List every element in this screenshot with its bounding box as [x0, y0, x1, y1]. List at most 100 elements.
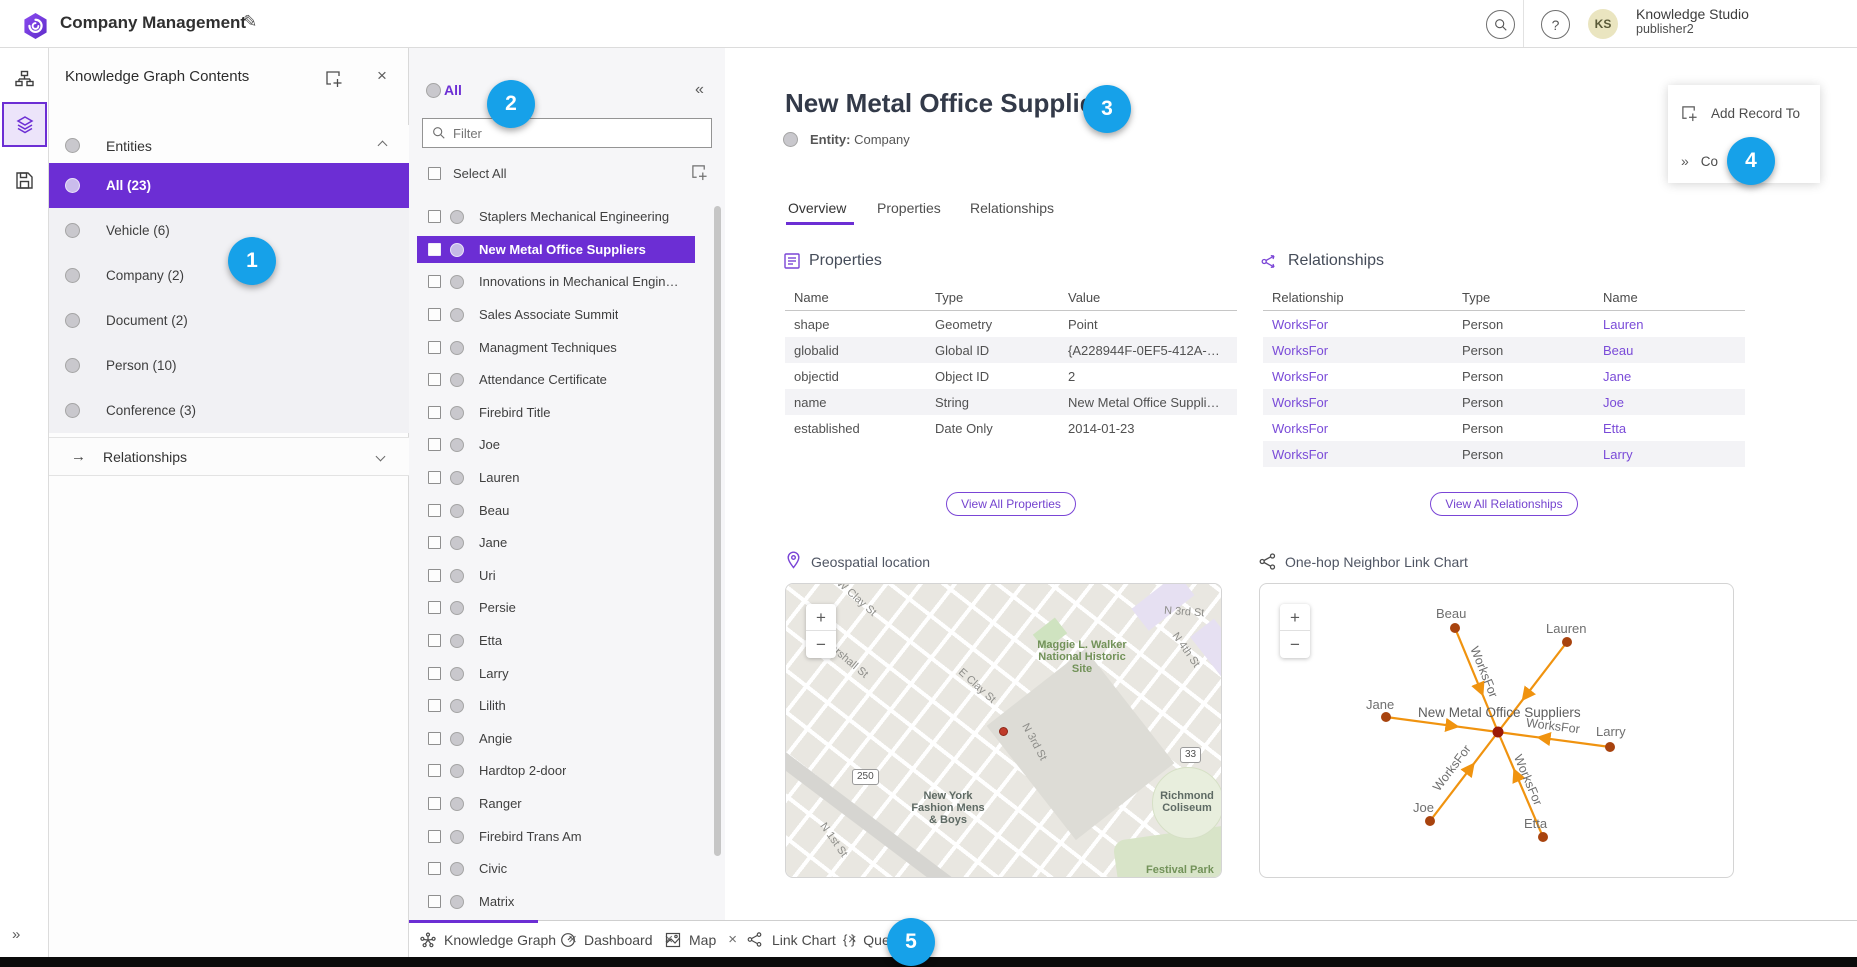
relationship-link[interactable]: WorksFor [1263, 369, 1453, 384]
contents-layers-icon[interactable] [2, 102, 47, 147]
list-item[interactable]: Lauren [417, 464, 695, 491]
add-record-icon[interactable] [691, 164, 708, 181]
tab-properties[interactable]: Properties [877, 200, 941, 216]
data-model-icon[interactable] [11, 66, 38, 93]
item-checkbox[interactable] [428, 764, 441, 777]
list-item[interactable]: Civic [417, 855, 695, 882]
zoom-out-button[interactable]: − [806, 631, 836, 658]
item-checkbox[interactable] [428, 732, 441, 745]
close-tab-icon[interactable]: × [728, 931, 737, 948]
help-button[interactable]: ? [1541, 10, 1570, 39]
node-label[interactable]: Jane [1366, 697, 1394, 712]
save-icon[interactable] [11, 167, 38, 194]
list-item[interactable]: Staplers Mechanical Engineering [417, 203, 695, 230]
map-zoom-control[interactable]: + − [806, 604, 836, 658]
item-checkbox[interactable] [428, 797, 441, 810]
item-checkbox[interactable] [428, 438, 441, 451]
list-item[interactable]: Etta [417, 627, 695, 654]
close-panel-icon[interactable]: × [377, 66, 387, 86]
user-info[interactable]: Knowledge Studio publisher2 [1636, 6, 1749, 36]
view-tab-knowledge-graph[interactable]: Knowledge Graph × [420, 921, 577, 958]
node-label[interactable]: Larry [1596, 724, 1626, 739]
link-chart[interactable]: Beau Lauren Jane Larry Joe Etta New Meta… [1259, 583, 1734, 878]
tab-overview[interactable]: Overview [788, 200, 846, 216]
relationship-link[interactable]: WorksFor [1263, 395, 1453, 410]
tab-relationships[interactable]: Relationships [970, 200, 1054, 216]
list-item[interactable]: Angie [417, 725, 695, 752]
entity-type-all[interactable]: All (23) [49, 163, 409, 208]
entities-section-header[interactable]: Entities [49, 125, 409, 166]
node-label[interactable]: Lauren [1546, 621, 1586, 636]
item-checkbox[interactable] [428, 536, 441, 549]
entity-link[interactable]: Larry [1594, 447, 1745, 462]
entity-link[interactable]: Jane [1594, 369, 1745, 384]
item-checkbox[interactable] [428, 243, 441, 256]
item-checkbox[interactable] [428, 373, 441, 386]
list-item[interactable]: Firebird Title [417, 399, 695, 426]
list-item[interactable]: Larry [417, 660, 695, 687]
list-item[interactable]: Managment Techniques [417, 334, 695, 361]
list-item-selected[interactable]: New Metal Office Suppliers [417, 236, 695, 263]
scrollbar[interactable] [714, 206, 721, 856]
relationship-link[interactable]: WorksFor [1263, 343, 1453, 358]
item-checkbox[interactable] [428, 569, 441, 582]
item-checkbox[interactable] [428, 210, 441, 223]
list-item[interactable]: Lilith [417, 692, 695, 719]
item-checkbox[interactable] [428, 667, 441, 680]
center-node-label[interactable]: New Metal Office Suppliers [1418, 705, 1580, 720]
list-item[interactable]: Matrix [417, 888, 695, 915]
search-button[interactable] [1486, 10, 1515, 39]
avatar[interactable]: KS [1588, 9, 1618, 39]
item-checkbox[interactable] [428, 341, 441, 354]
view-tab-link-chart[interactable]: Link Chart × [747, 921, 857, 958]
list-item[interactable]: Innovations in Mechanical Engin… [417, 268, 695, 295]
edit-title-icon[interactable]: ✎ [243, 12, 257, 32]
entity-link[interactable]: Joe [1594, 395, 1745, 410]
zoom-in-button[interactable]: + [1280, 604, 1310, 631]
list-item[interactable]: Attendance Certificate [417, 366, 695, 393]
list-item[interactable]: Joe [417, 431, 695, 458]
entity-type-conference[interactable]: Conference (3) [49, 388, 409, 433]
view-all-properties-button[interactable]: View All Properties [946, 492, 1076, 516]
list-item[interactable]: Jane [417, 529, 695, 556]
entity-type-document[interactable]: Document (2) [49, 298, 409, 343]
chart-zoom-control[interactable]: + − [1280, 604, 1310, 658]
item-checkbox[interactable] [428, 275, 441, 288]
item-checkbox[interactable] [428, 634, 441, 647]
entity-type-vehicle[interactable]: Vehicle (6) [49, 208, 409, 253]
item-checkbox[interactable] [428, 862, 441, 875]
view-tab-dashboard[interactable]: Dashboard × [560, 921, 673, 958]
relationships-section-header[interactable]: → Relationships [49, 437, 409, 476]
item-checkbox[interactable] [428, 830, 441, 843]
list-item[interactable]: Sales Associate Summit [417, 301, 695, 328]
select-all-row[interactable]: Select All [428, 166, 506, 181]
view-tab-map[interactable]: Map × [665, 921, 737, 958]
node-label[interactable]: Etta [1524, 816, 1547, 831]
entity-link[interactable]: Lauren [1594, 317, 1745, 332]
relationship-link[interactable]: WorksFor [1263, 421, 1453, 436]
collapse-panel-icon[interactable]: « [695, 81, 702, 99]
node-label[interactable]: Beau [1436, 606, 1466, 621]
list-item[interactable]: Firebird Trans Am [417, 823, 695, 850]
geospatial-map[interactable]: W Clay St N 3rd St N 4th St Maggie L. Wa… [785, 583, 1222, 878]
menu-item-add-record-to[interactable]: Add Record To [1668, 93, 1820, 133]
list-item[interactable]: Ranger [417, 790, 695, 817]
zoom-in-button[interactable]: + [806, 604, 836, 631]
relationship-link[interactable]: WorksFor [1263, 317, 1453, 332]
zoom-out-button[interactable]: − [1280, 631, 1310, 658]
item-checkbox[interactable] [428, 471, 441, 484]
item-checkbox[interactable] [428, 504, 441, 517]
add-record-icon[interactable] [325, 70, 343, 88]
entity-link[interactable]: Beau [1594, 343, 1745, 358]
entity-link[interactable]: Etta [1594, 421, 1745, 436]
item-checkbox[interactable] [428, 308, 441, 321]
view-all-relationships-button[interactable]: View All Relationships [1430, 492, 1577, 516]
item-checkbox[interactable] [428, 699, 441, 712]
item-checkbox[interactable] [428, 601, 441, 614]
list-item[interactable]: Persie [417, 594, 695, 621]
list-item[interactable]: Hardtop 2-door [417, 757, 695, 784]
list-item[interactable]: Uri [417, 562, 695, 589]
item-checkbox[interactable] [428, 406, 441, 419]
select-all-checkbox[interactable] [428, 167, 441, 180]
app-logo-icon[interactable] [22, 12, 49, 40]
